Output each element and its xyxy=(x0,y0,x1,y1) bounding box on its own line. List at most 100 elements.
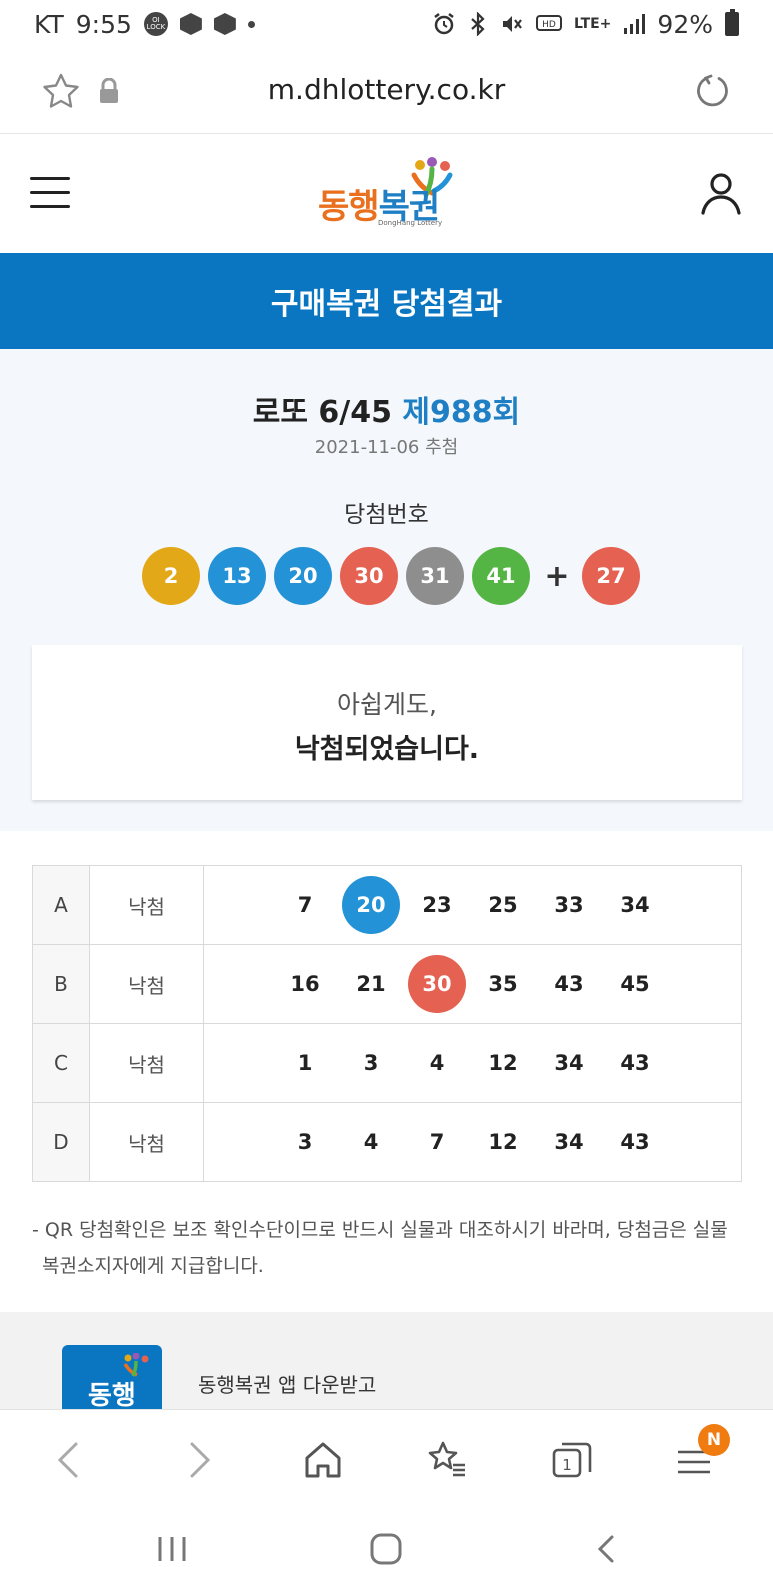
browser-url-bar: m.dhlottery.co.kr xyxy=(0,48,773,134)
status-bar: KT 9:55 OI LOCK HD LTE+ 92% xyxy=(0,0,773,48)
ticket-numbers: 16 21 30 35 43 45 xyxy=(203,944,742,1024)
network-type: LTE+ xyxy=(573,16,612,32)
ticket-number: 1 xyxy=(297,1051,313,1075)
ticket-status: 낙첨 xyxy=(89,1023,204,1103)
battery-icon xyxy=(725,9,739,36)
qr-notice: - QR 당첨확인은 보조 확인수단이므로 반드시 실물과 대조하시기 바라며,… xyxy=(32,1212,742,1284)
winning-ball: 2 xyxy=(142,547,200,605)
notice-line2: 복권소지자에게 지급합니다. xyxy=(42,1255,264,1277)
clock: 9:55 xyxy=(75,9,132,39)
app-logo-icon: 동행 xyxy=(62,1345,162,1417)
battery-level: 92% xyxy=(657,9,713,39)
browser-bottom-toolbar: 1 N xyxy=(0,1409,773,1509)
ticket-number: 4 xyxy=(363,1130,379,1154)
draw-round: 제988회 xyxy=(402,395,521,430)
signal-icon xyxy=(624,14,646,34)
forward-arrow-icon[interactable] xyxy=(176,1438,220,1482)
ticket-number: 7 xyxy=(297,893,313,917)
ticket-row: D 낙첨 3 4 7 12 34 43 xyxy=(32,1102,742,1182)
ticket-number: 16 xyxy=(290,972,320,996)
ticket-number: 34 xyxy=(554,1051,584,1075)
hamburger-menu-icon[interactable] xyxy=(30,177,70,211)
winning-numbers: 2 13 20 30 31 41 + 27 xyxy=(142,547,648,605)
ticket-table: A 낙첨 7 20 23 25 33 34 B 낙첨 16 21 30 35 43 45 C 낙첨 1 3 4 12 34 4… xyxy=(32,865,742,1182)
promo-title: 동행복권 앱 다운받고 xyxy=(198,1373,377,1397)
ticket-number-matched: 30 xyxy=(408,955,466,1013)
ticket-number: 35 xyxy=(488,972,518,996)
winning-ball: 20 xyxy=(274,547,332,605)
ticket-numbers: 1 3 4 12 34 43 xyxy=(203,1023,742,1103)
ticket-number: 45 xyxy=(620,972,650,996)
notice-line1: - QR 당첨확인은 보조 확인수단이므로 반드시 실물과 대조하시기 바라며,… xyxy=(32,1219,728,1241)
ticket-number: 3 xyxy=(297,1130,313,1154)
ticket-number: 12 xyxy=(488,1130,518,1154)
ticket-number: 43 xyxy=(554,972,584,996)
ticket-number: 12 xyxy=(488,1051,518,1075)
bookmarks-icon[interactable] xyxy=(425,1438,469,1482)
ticket-number-matched: 20 xyxy=(342,876,400,934)
status-right: HD LTE+ 92% xyxy=(432,9,739,39)
draw-title: 로또 6/45 제988회 xyxy=(0,387,773,431)
mute-icon xyxy=(502,16,522,32)
app-notification-icon-2 xyxy=(213,13,236,35)
ticket-number: 23 xyxy=(422,893,452,917)
site-header: 동행복권 DongHang Lottery xyxy=(0,135,773,253)
ticket-number: 34 xyxy=(554,1130,584,1154)
svg-text:HD: HD xyxy=(542,20,556,30)
lock-app-icon: OI LOCK xyxy=(143,12,168,36)
ticket-number: 7 xyxy=(429,1130,445,1154)
ticket-row: B 낙첨 16 21 30 35 43 45 xyxy=(32,944,742,1024)
ticket-number: 3 xyxy=(363,1051,379,1075)
ticket-number: 21 xyxy=(356,972,386,996)
ticket-numbers: 7 20 23 25 33 34 xyxy=(203,865,742,945)
ticket-letter: B xyxy=(32,944,90,1024)
ticket-number: 34 xyxy=(620,893,650,917)
ticket-number: 43 xyxy=(620,1130,650,1154)
reload-icon[interactable] xyxy=(694,72,732,110)
logo-subtitle: DongHang Lottery xyxy=(378,219,443,227)
game-name: 로또 6/45 xyxy=(252,395,392,430)
bluetooth-icon xyxy=(471,12,485,36)
carrier-label: KT xyxy=(34,9,64,39)
status-left: KT 9:55 OI LOCK xyxy=(34,10,255,39)
tabs-icon[interactable]: 1 xyxy=(550,1438,594,1482)
recent-apps-icon[interactable] xyxy=(152,1529,192,1569)
winning-ball: 41 xyxy=(472,547,530,605)
plus-sign: + xyxy=(544,558,570,594)
ticket-status: 낙첨 xyxy=(89,1102,204,1182)
result-message-line2: 낙첨되었습니다. xyxy=(294,734,480,765)
ticket-row: C 낙첨 1 3 4 12 34 43 xyxy=(32,1023,742,1103)
android-nav-bar xyxy=(0,1509,773,1589)
bonus-ball: 27 xyxy=(582,547,640,605)
ticket-number: 43 xyxy=(620,1051,650,1075)
ticket-letter: A xyxy=(32,865,90,945)
page-title: 구매복권 당첨결과 xyxy=(270,287,503,322)
ticket-letter: D xyxy=(32,1102,90,1182)
ticket-row: A 낙첨 7 20 23 25 33 34 xyxy=(32,865,742,945)
site-logo[interactable]: 동행복권 DongHang Lottery xyxy=(310,157,460,233)
lock-icon xyxy=(100,78,118,103)
winning-ball: 30 xyxy=(340,547,398,605)
ticket-status: 낙첨 xyxy=(89,865,204,945)
ticket-number: 33 xyxy=(554,893,584,917)
ticket-status: 낙첨 xyxy=(89,944,204,1024)
draw-date: 2021-11-06 추첨 xyxy=(314,437,459,458)
winning-numbers-label: 당첨번호 xyxy=(344,502,429,528)
user-account-icon[interactable] xyxy=(700,171,742,215)
home-button-icon[interactable] xyxy=(366,1529,406,1569)
app-notification-icon xyxy=(179,13,202,35)
result-message-card: 아쉽게도, 낙첨되었습니다. xyxy=(32,645,742,800)
back-arrow-icon[interactable] xyxy=(48,1438,92,1482)
alarm-icon xyxy=(434,13,454,35)
winning-ball: 31 xyxy=(406,547,464,605)
more-notifications-icon xyxy=(247,20,255,28)
ticket-letter: C xyxy=(32,1023,90,1103)
page-title-band: 구매복권 당첨결과 xyxy=(0,253,773,349)
draw-result-section: 로또 6/45 제988회 2021-11-06 추첨 당첨번호 2 13 20… xyxy=(0,349,773,831)
ticket-numbers: 3 4 7 12 34 43 xyxy=(203,1102,742,1182)
tab-count: 1 xyxy=(562,1456,572,1474)
app-promo-banner[interactable]: 동행 동행복권 앱 다운받고 복권정보와 다양한 알림서비스를 받아보세요 xyxy=(0,1312,773,1417)
bookmark-star-icon[interactable] xyxy=(42,72,80,110)
back-button-icon[interactable] xyxy=(586,1529,626,1569)
home-icon[interactable] xyxy=(301,1438,345,1482)
